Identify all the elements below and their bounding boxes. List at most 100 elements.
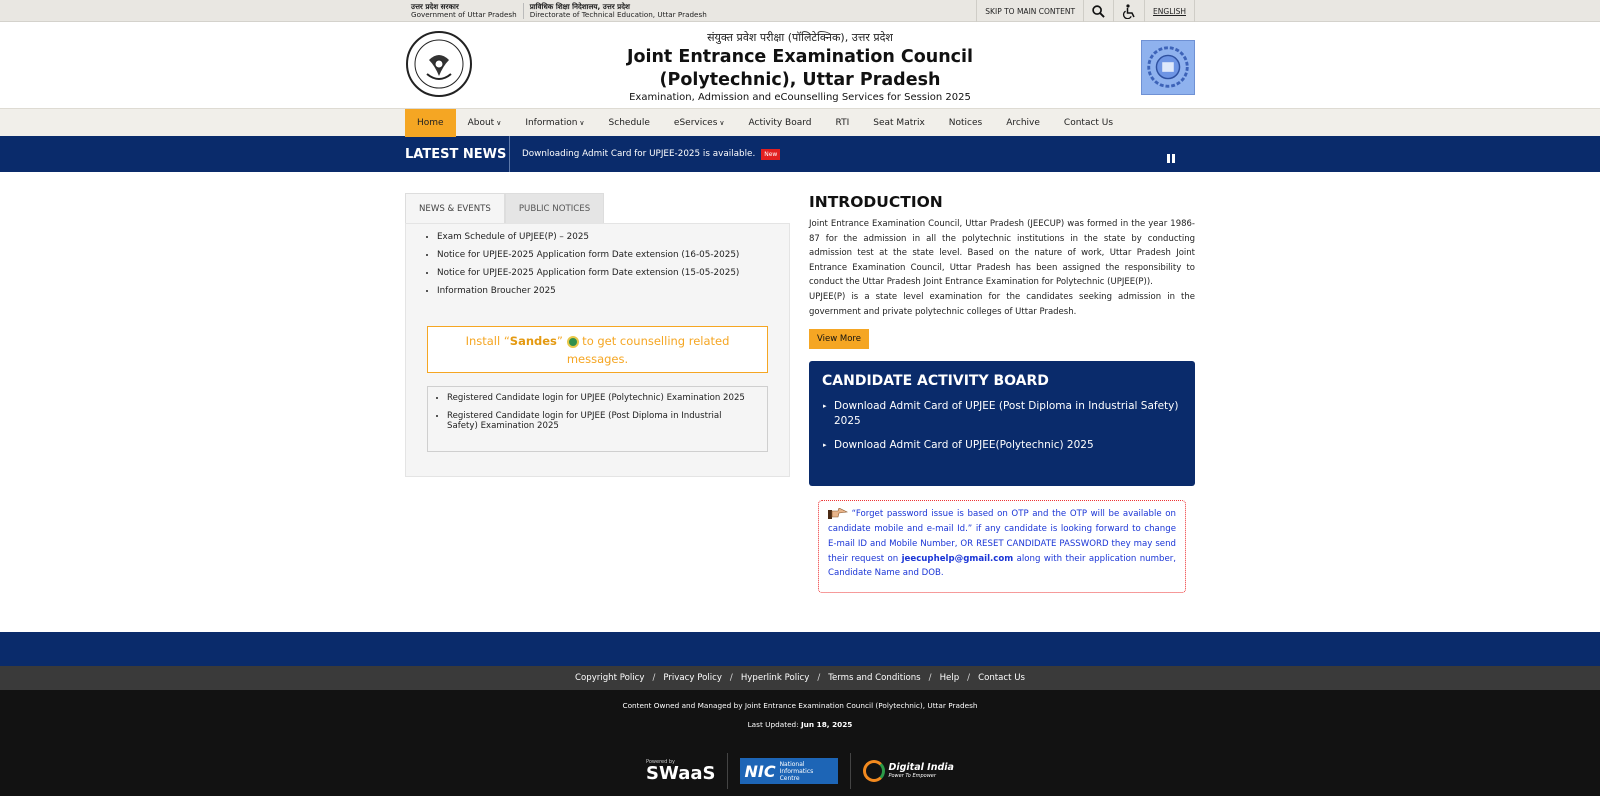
news-panel: Exam Schedule of UPJEE(P) – 2025 Notice … — [405, 223, 790, 477]
nav-item-label: About — [467, 118, 495, 128]
introduction-section: INTRODUCTION Joint Entrance Examination … — [809, 193, 1195, 594]
pause-icon[interactable] — [1167, 154, 1175, 163]
nic-fullname: National Informatics Centre — [780, 761, 814, 782]
search-button[interactable] — [1083, 0, 1113, 22]
notice-item[interactable]: Information Broucher 2025 — [437, 286, 768, 296]
admit-card-link-polytechnic-label: Download Admit Card of UPJEE(Polytechnic… — [834, 439, 1094, 452]
footer-link-contact-us[interactable]: Contact Us — [978, 673, 1025, 683]
latest-news-label: LATEST NEWS — [405, 136, 510, 172]
sandes-install-banner[interactable]: Install “Sandes” to get counselling rela… — [427, 326, 768, 373]
password-reset-notice: “Forget password issue is based on OTP a… — [818, 500, 1186, 594]
nav-item-activity-board[interactable]: Activity Board — [737, 109, 824, 137]
language-switch[interactable]: ENGLISH — [1144, 0, 1195, 22]
footer-link-terms-and-conditions[interactable]: Terms and Conditions — [828, 673, 920, 683]
new-badge: New — [761, 149, 781, 160]
news-tabs: NEWS & EVENTS PUBLIC NOTICES — [405, 193, 790, 223]
login-link-pdis[interactable]: Registered Candidate login for UPJEE (Po… — [447, 411, 755, 431]
news-events-section: NEWS & EVENTS PUBLIC NOTICES Exam Schedu… — [405, 193, 790, 477]
admit-card-link-pdis[interactable]: ▸ Download Admit Card of UPJEE (Post Dip… — [822, 399, 1182, 429]
nav-item-rti[interactable]: RTI — [824, 109, 862, 137]
footer-link-hyperlink-policy[interactable]: Hyperlink Policy — [741, 673, 809, 683]
digital-india-logo[interactable]: Digital India Power To Empower — [851, 753, 965, 789]
digital-india-swirl-icon — [863, 760, 886, 782]
nav-item-label: Archive — [1006, 118, 1040, 128]
nav-item-schedule[interactable]: Schedule — [597, 109, 662, 137]
title-line-2: (Polytechnic), Uttar Pradesh — [659, 70, 941, 90]
nic-line-2: Informatics — [779, 767, 814, 775]
candidate-login-list: Registered Candidate login for UPJEE (Po… — [427, 386, 768, 452]
nic-line-3: Centre — [779, 774, 800, 782]
footer-separator: / — [652, 673, 656, 683]
notice-item[interactable]: Notice for UPJEE-2025 Application form D… — [437, 250, 768, 260]
top-utility-bar: उत्तर प्रदेश सरकार Government of Uttar P… — [0, 0, 1600, 22]
nav-item-label: Notices — [948, 118, 983, 128]
nav-item-contact-us[interactable]: Contact Us — [1052, 109, 1125, 137]
digital-india-name: Digital India — [888, 762, 954, 773]
footer-bottom: Content Owned and Managed by Joint Entra… — [0, 690, 1600, 796]
site-subtitle: Examination, Admission and eCounselling … — [629, 92, 971, 103]
nav-item-home[interactable]: Home — [405, 109, 456, 137]
footer-separator: / — [967, 673, 971, 683]
govt-up-english: Government of Uttar Pradesh — [411, 10, 517, 19]
introduction-paragraph-2: UPJEE(P) is a state level examination fo… — [809, 291, 1195, 317]
nav-item-archive[interactable]: Archive — [994, 109, 1052, 137]
nav-item-notices[interactable]: Notices — [937, 109, 994, 137]
notice-item[interactable]: Notice for UPJEE-2025 Application form D… — [437, 268, 768, 278]
notice-item[interactable]: Exam Schedule of UPJEE(P) – 2025 — [437, 232, 768, 242]
site-header: संयुक्त प्रवेश परीक्षा (पॉलिटेक्निक), उत… — [0, 22, 1600, 108]
nav-item-label: Schedule — [608, 118, 650, 128]
nav-item-label: Contact Us — [1063, 118, 1114, 128]
view-more-button[interactable]: View More — [809, 329, 869, 350]
search-icon — [1092, 4, 1105, 18]
footer-link-help[interactable]: Help — [940, 673, 960, 683]
government-links: उत्तर प्रदेश सरकार Government of Uttar P… — [405, 0, 713, 22]
partner-logos: Powered by SWaaS NIC National Informatic… — [0, 753, 1600, 789]
tab-public-notices[interactable]: PUBLIC NOTICES — [504, 193, 605, 223]
skip-to-main-link[interactable]: SKIP TO MAIN CONTENT — [976, 0, 1083, 22]
support-email-link[interactable]: jeecuphelp@gmail.com — [902, 554, 1014, 564]
main-content: NEWS & EVENTS PUBLIC NOTICES Exam Schedu… — [0, 172, 1600, 632]
dte-up-link[interactable]: प्राविधिक शिक्षा निदेशालय, उत्तर प्रदेश … — [524, 3, 713, 19]
hindi-title: संयुक्त प्रवेश परीक्षा (पॉलिटेक्निक), उत… — [707, 31, 893, 44]
title-line-1: Joint Entrance Examination Council — [626, 47, 974, 67]
nav-item-seat-matrix[interactable]: Seat Matrix — [861, 109, 937, 137]
sandes-app-icon — [566, 335, 579, 348]
footer-links-bar: Copyright Policy / Privacy Policy / Hyperlin… — [0, 666, 1600, 690]
news-item[interactable]: Downloading Admit Card for UPJEE-2025 is… — [522, 149, 781, 160]
govt-up-link[interactable]: उत्तर प्रदेश सरकार Government of Uttar P… — [405, 3, 524, 19]
introduction-paragraph-1: Joint Entrance Examination Council, Utta… — [809, 219, 1195, 288]
last-updated-label: Last Updated: — [747, 720, 801, 729]
nav-item-information[interactable]: Information ∨ — [513, 109, 596, 137]
login-link-polytechnic[interactable]: Registered Candidate login for UPJEE (Po… — [447, 393, 755, 403]
introduction-heading: INTRODUCTION — [809, 193, 943, 211]
nav-item-eservices[interactable]: eServices ∨ — [662, 109, 737, 137]
nav-item-label: Seat Matrix — [873, 118, 925, 128]
admit-card-link-polytechnic[interactable]: ▸ Download Admit Card of UPJEE(Polytechn… — [822, 438, 1182, 453]
sandes-pre: Install “ — [465, 334, 510, 348]
footer-separator: / — [729, 673, 733, 683]
site-title-block: संयुक्त प्रवेश परीक्षा (पॉलिटेक्निक), उत… — [525, 30, 1075, 103]
footer-link-privacy-policy[interactable]: Privacy Policy — [663, 673, 722, 683]
nav-item-label: RTI — [835, 118, 850, 128]
sandes-app-name: Sandes — [509, 334, 557, 348]
nav-item-label: eServices — [673, 118, 718, 128]
nav-item-label: Information — [525, 118, 578, 128]
footer-separator: / — [928, 673, 932, 683]
dte-up-english: Directorate of Technical Education, Utta… — [529, 10, 707, 19]
sandes-mid: ” — [556, 334, 567, 348]
last-updated: Last Updated: Jun 18, 2025 — [0, 720, 1600, 729]
accessibility-button[interactable] — [1113, 0, 1144, 22]
nav-item-about[interactable]: About ∨ — [456, 109, 514, 137]
nic-logo[interactable]: NIC National Informatics Centre — [728, 753, 850, 789]
bullet-arrow-icon: ▸ — [823, 402, 827, 411]
chevron-down-icon: ∨ — [719, 119, 725, 127]
swaas-logo[interactable]: Powered by SWaaS — [634, 753, 727, 789]
footer-link-copyright-policy[interactable]: Copyright Policy — [575, 673, 644, 683]
chevron-down-icon: ∨ — [496, 119, 502, 127]
tab-news-events[interactable]: NEWS & EVENTS — [405, 193, 505, 223]
footer-separator: / — [817, 673, 821, 683]
digital-india-mark: Digital India Power To Empower — [863, 760, 954, 782]
bullet-arrow-icon: ▸ — [823, 441, 827, 450]
main-navigation: Home About ∨ Information ∨ Schedule eServices ∨… — [0, 108, 1600, 137]
activity-board-heading: CANDIDATE ACTIVITY BOARD — [822, 373, 1049, 390]
